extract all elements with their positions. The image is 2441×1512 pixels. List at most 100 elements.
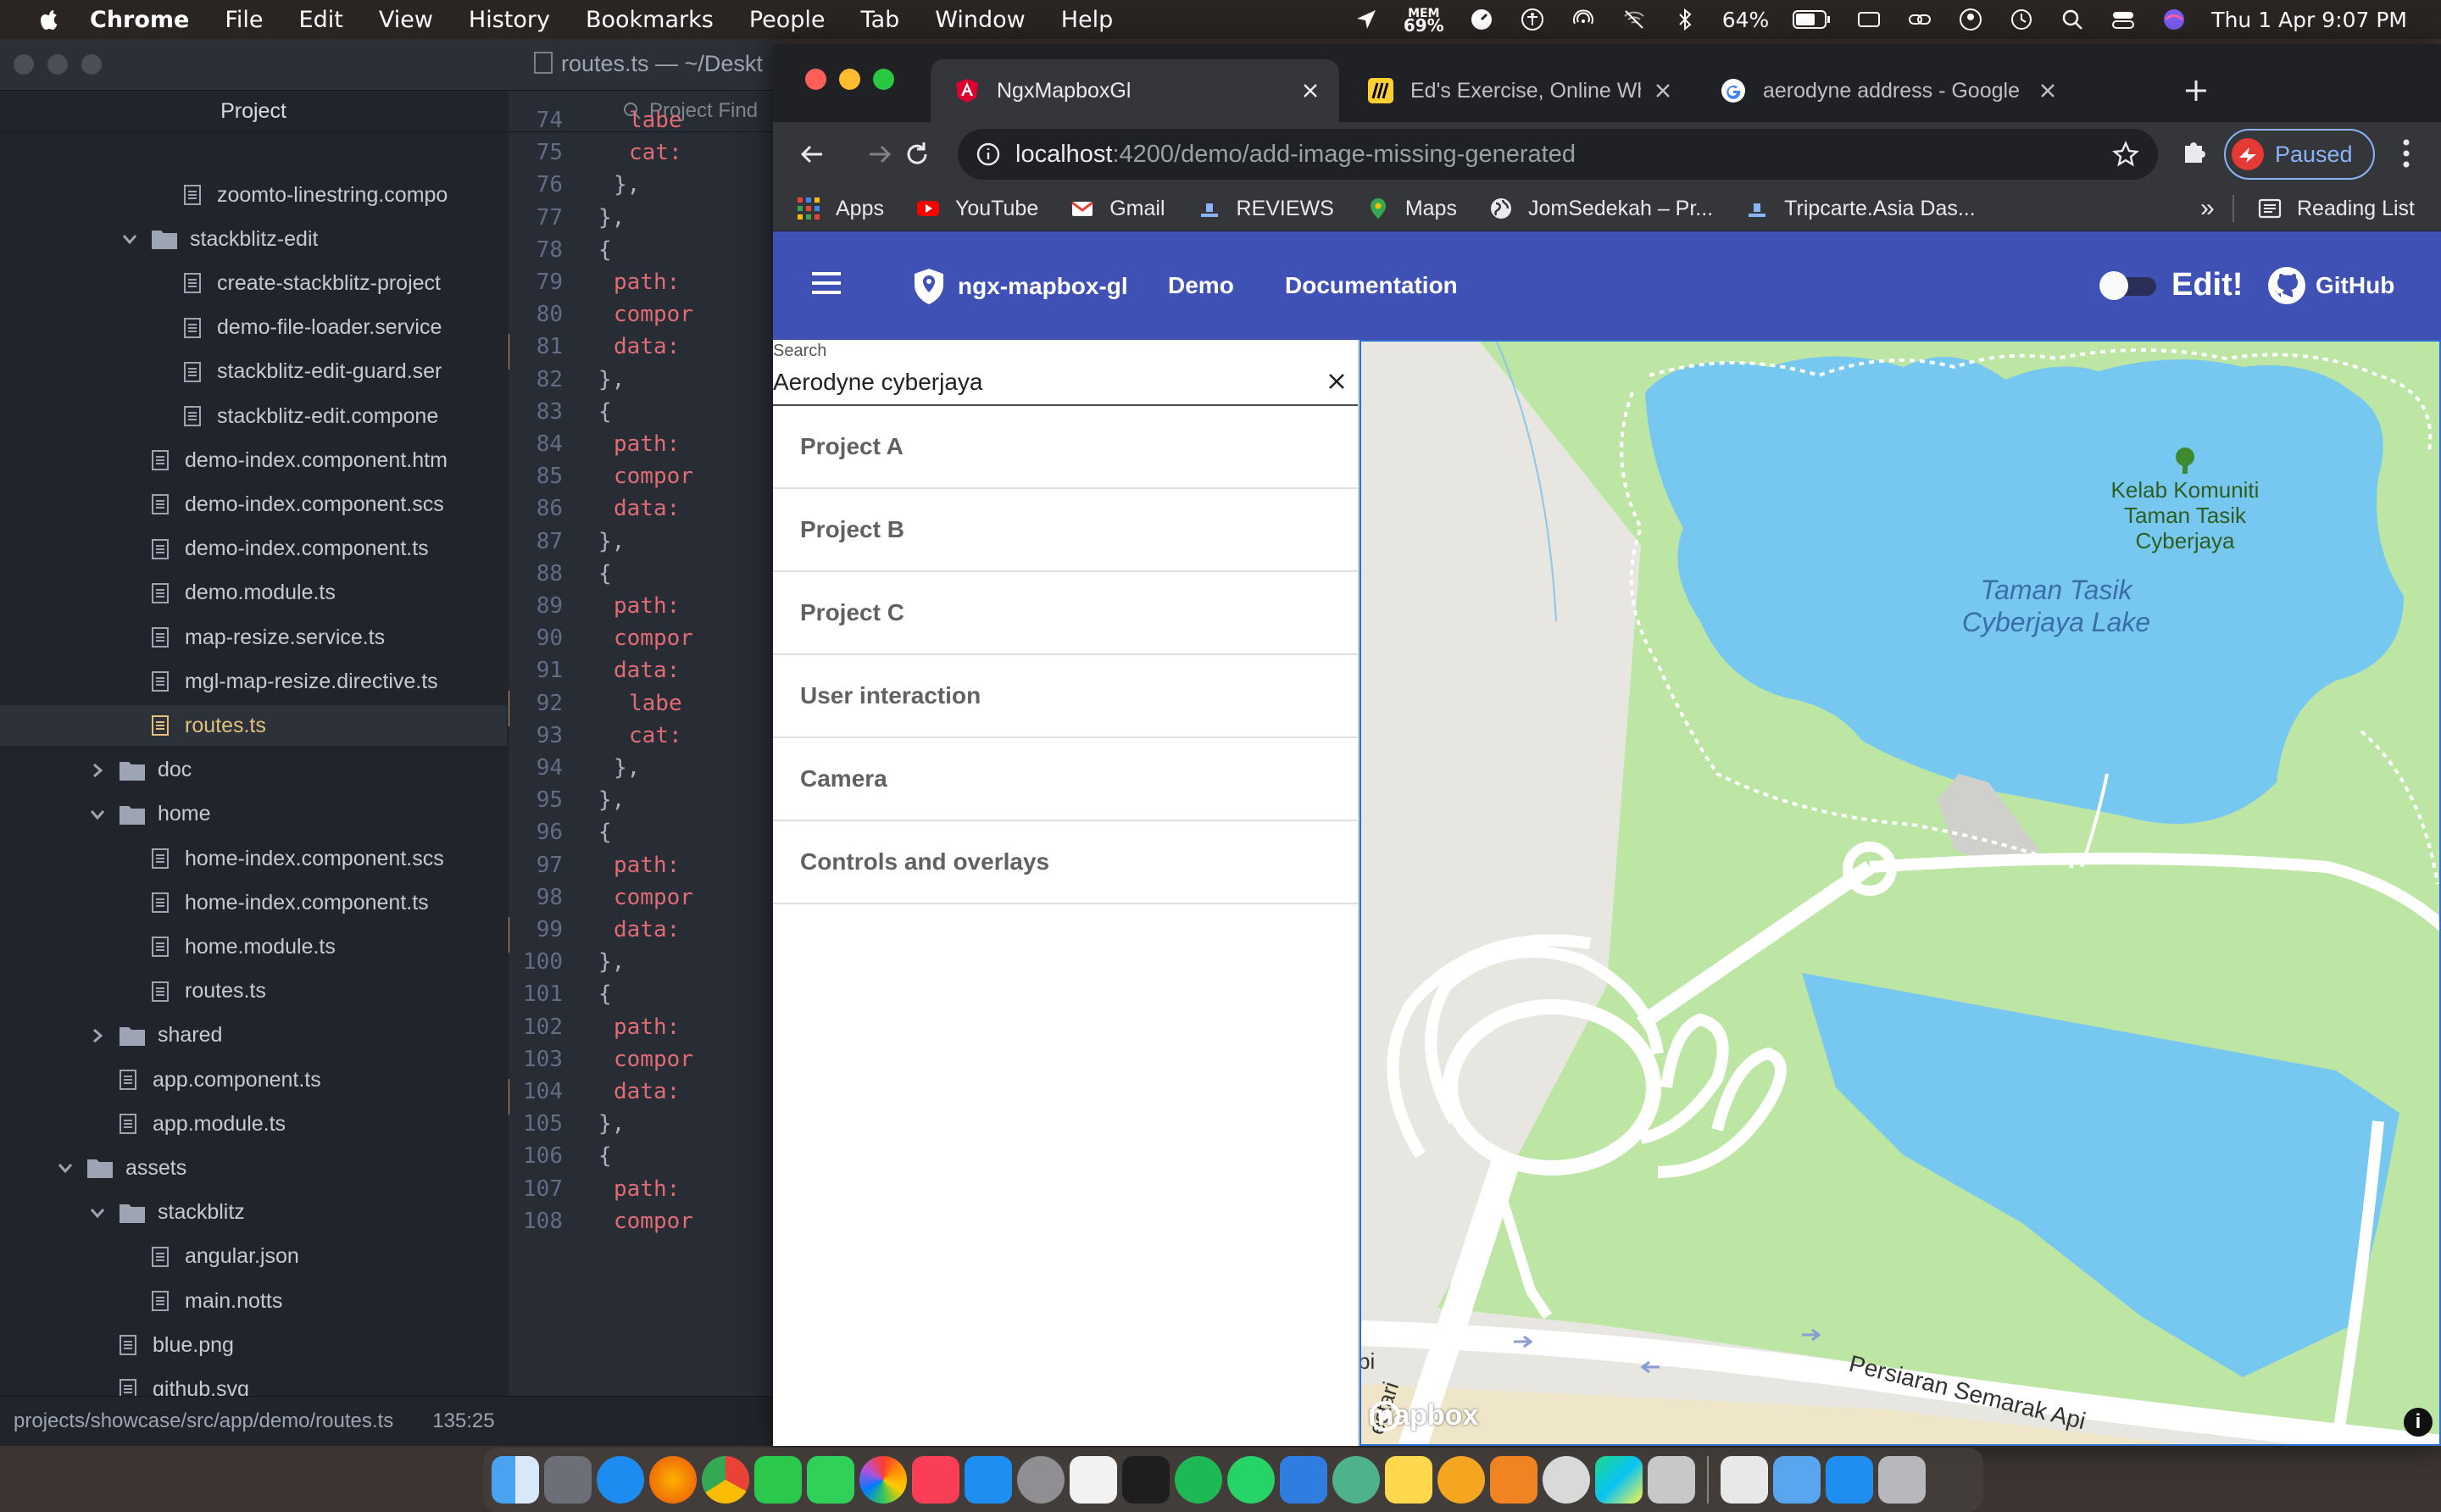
bookmark-reviews[interactable]: REVIEWS: [1198, 197, 1334, 221]
bookmark-jomsedekah[interactable]: JomSedekah – Pr...: [1489, 197, 1713, 221]
bookmark-youtube[interactable]: YouTube: [916, 197, 1038, 221]
spotlight-search-icon[interactable]: [2059, 7, 2086, 32]
tree-item[interactable]: github.svg: [0, 1369, 507, 1396]
nav-documentation[interactable]: Documentation: [1285, 272, 1458, 299]
tree-item[interactable]: doc: [0, 750, 507, 791]
category-project-a[interactable]: Project A: [773, 406, 1358, 489]
category-user-interaction[interactable]: User interaction: [773, 655, 1358, 738]
tree-item[interactable]: blue.png: [0, 1325, 507, 1365]
siri-icon[interactable]: [2160, 7, 2188, 32]
forward-arrow-icon[interactable]: [863, 137, 897, 171]
tree-item[interactable]: demo.module.ts: [0, 573, 507, 614]
editor-zoom-button[interactable]: [81, 54, 102, 75]
chevron-down-icon[interactable]: [88, 805, 107, 824]
tree-item[interactable]: app.component.ts: [0, 1059, 507, 1100]
tree-item[interactable]: create-stackblitz-project: [0, 263, 507, 303]
bookmark-star-icon[interactable]: [2112, 141, 2139, 168]
tree-item[interactable]: demo-file-loader.service: [0, 308, 507, 348]
battery-percent[interactable]: 64%: [1722, 8, 1770, 32]
category-project-c[interactable]: Project C: [773, 572, 1358, 655]
editor-close-button[interactable]: [14, 54, 34, 75]
tree-item[interactable]: routes.ts: [0, 971, 507, 1012]
tab-aerodyne-search[interactable]: aerodyne address - Google Sea: [1697, 59, 2077, 122]
category-camera[interactable]: Camera: [773, 738, 1358, 821]
window-minimize-button[interactable]: [839, 69, 860, 90]
tree-item[interactable]: mgl-map-resize.directive.ts: [0, 661, 507, 702]
bluetooth-icon[interactable]: [1671, 7, 1699, 32]
terminal-icon[interactable]: [1122, 1456, 1170, 1504]
bookmark-tripcarte[interactable]: Tripcarte.Asia Das...: [1745, 197, 1976, 221]
control-center-icon[interactable]: [2110, 7, 2137, 32]
finder-icon[interactable]: [492, 1456, 539, 1504]
close-tab-icon[interactable]: [2039, 82, 2056, 99]
tree-item[interactable]: demo-index.component.ts: [0, 529, 507, 570]
close-tab-icon[interactable]: [1302, 82, 1319, 99]
menu-edit[interactable]: Edit: [299, 7, 343, 33]
bookmark-maps[interactable]: Maps: [1366, 197, 1457, 221]
window-zoom-button[interactable]: [873, 69, 894, 90]
brand-link[interactable]: ngx-mapbox-gl: [912, 267, 1128, 306]
menu-file[interactable]: File: [225, 7, 263, 33]
menu-view[interactable]: View: [379, 7, 433, 33]
tree-item[interactable]: angular.json: [0, 1237, 507, 1277]
github-link[interactable]: GitHub: [2266, 265, 2394, 306]
tree-item[interactable]: shared: [0, 1015, 507, 1056]
tree-item[interactable]: home-index.component.scs: [0, 838, 507, 879]
clear-search-icon[interactable]: [1327, 372, 1346, 391]
status-cursor-position[interactable]: 135:25: [432, 1409, 494, 1433]
whatsapp-icon[interactable]: [1227, 1456, 1275, 1504]
extensions-puzzle-icon[interactable]: [2178, 137, 2209, 168]
tree-item[interactable]: home.module.ts: [0, 926, 507, 967]
bookmark-gmail[interactable]: Gmail: [1070, 197, 1165, 221]
window-close-button[interactable]: [805, 69, 826, 90]
system-preferences-icon[interactable]: [1017, 1456, 1065, 1504]
tree-item[interactable]: demo-index.component.scs: [0, 484, 507, 525]
textedit-icon[interactable]: [1070, 1456, 1117, 1504]
code-pane[interactable]: Project Find 74 labe 75 cat: 76}, 77}, 78{79 pa…: [509, 91, 780, 1396]
tree-item[interactable]: main.notts: [0, 1281, 507, 1321]
tab-eds-exercise[interactable]: Ed's Exercise, Online Whiteboa: [1344, 59, 1692, 122]
input-source-icon[interactable]: [1855, 7, 1882, 32]
photos-icon[interactable]: [859, 1456, 907, 1504]
edit-toggle-switch[interactable]: [2097, 270, 2160, 301]
editor-minimize-button[interactable]: [47, 54, 68, 75]
notes-icon[interactable]: [1385, 1456, 1432, 1504]
atom-icon[interactable]: [1332, 1456, 1380, 1504]
nav-demo[interactable]: Demo: [1168, 272, 1234, 299]
firefox-icon[interactable]: [649, 1456, 697, 1504]
app-store-icon[interactable]: [965, 1456, 1012, 1504]
profile-paused-button[interactable]: Paused: [2224, 129, 2375, 180]
xcode-icon[interactable]: [1280, 1456, 1327, 1504]
tree-item[interactable]: home-index.component.ts: [0, 882, 507, 923]
sequel-pro-icon[interactable]: [1543, 1456, 1590, 1504]
sublime-text-icon[interactable]: [1490, 1456, 1537, 1504]
tree-item[interactable]: zoomto-linestring.compo: [0, 175, 507, 215]
link-icon[interactable]: [1906, 7, 1933, 32]
category-project-b[interactable]: Project B: [773, 489, 1358, 572]
music-icon[interactable]: [912, 1456, 959, 1504]
menu-window[interactable]: Window: [935, 7, 1025, 33]
documents-icon[interactable]: [1721, 1456, 1768, 1504]
search-field[interactable]: Search: [773, 340, 1358, 406]
chevron-down-icon[interactable]: [88, 1203, 107, 1222]
tree-item[interactable]: demo-index.component.htm: [0, 440, 507, 481]
airdrop-icon[interactable]: [1570, 7, 1597, 32]
downloads-folder-icon[interactable]: [1773, 1456, 1821, 1504]
trash-icon[interactable]: [1878, 1456, 1926, 1504]
speed-gauge-icon[interactable]: [1468, 7, 1495, 32]
reading-list-button[interactable]: Reading List: [2258, 197, 2415, 221]
tree-item[interactable]: stackblitz-edit: [0, 219, 507, 259]
apple-menu-icon[interactable]: [37, 7, 61, 32]
bookmark-apps[interactable]: Apps: [797, 197, 884, 221]
spotify-icon[interactable]: [1175, 1456, 1222, 1504]
back-arrow-icon[interactable]: [795, 137, 829, 171]
close-tab-icon[interactable]: [1654, 82, 1671, 99]
accessibility-icon[interactable]: [1519, 7, 1546, 32]
new-tab-icon[interactable]: [2183, 78, 2209, 103]
tree-item[interactable]: stackblitz-edit-guard.ser: [0, 352, 507, 392]
tab-ngxmapboxgl[interactable]: NgxMapboxGl: [931, 59, 1339, 122]
memory-monitor[interactable]: MEM 69%: [1404, 8, 1444, 34]
safari-icon[interactable]: [597, 1456, 644, 1504]
menu-app-name[interactable]: Chrome: [90, 7, 189, 33]
time-machine-icon[interactable]: [2008, 7, 2035, 32]
